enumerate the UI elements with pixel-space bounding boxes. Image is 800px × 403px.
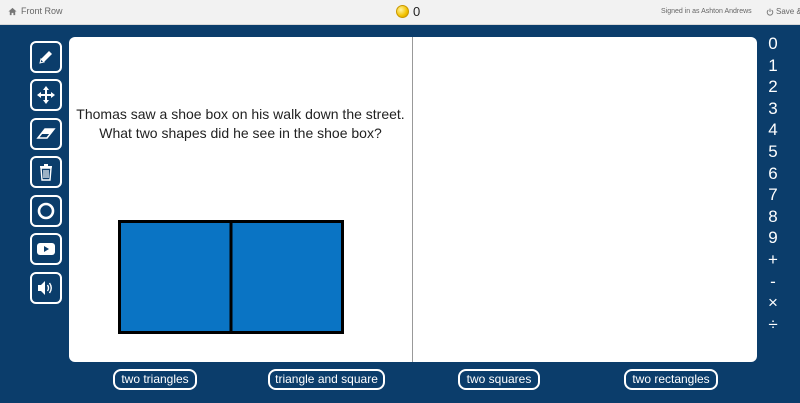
numpad-key-0[interactable]: 0 bbox=[761, 33, 785, 55]
numpad-key-divide[interactable]: ÷ bbox=[761, 314, 785, 336]
numpad-key-6[interactable]: 6 bbox=[761, 163, 785, 185]
numpad-key-times[interactable]: × bbox=[761, 292, 785, 314]
question-text: Thomas saw a shoe box on his walk down t… bbox=[69, 105, 412, 143]
board-divider bbox=[412, 37, 413, 362]
video-tool[interactable] bbox=[30, 233, 62, 265]
eraser-tool[interactable] bbox=[30, 118, 62, 150]
coin-counter: 0 bbox=[396, 4, 420, 19]
numpad-key-4[interactable]: 4 bbox=[761, 119, 785, 141]
numpad-key-8[interactable]: 8 bbox=[761, 206, 785, 228]
speaker-icon bbox=[38, 281, 52, 295]
pencil-icon bbox=[39, 51, 52, 64]
answer-triangle-and-square[interactable]: triangle and square bbox=[268, 369, 385, 390]
answer-choices: two triangles triangle and square two sq… bbox=[0, 369, 800, 391]
numpad-key-1[interactable]: 1 bbox=[761, 55, 785, 77]
numpad-key-5[interactable]: 5 bbox=[761, 141, 785, 163]
answer-two-triangles[interactable]: two triangles bbox=[113, 369, 197, 390]
power-icon bbox=[766, 8, 774, 16]
coin-icon bbox=[396, 5, 409, 18]
question-line-1: Thomas saw a shoe box on his walk down t… bbox=[76, 106, 405, 122]
numpad-key-9[interactable]: 9 bbox=[761, 227, 785, 249]
home-label: Front Row bbox=[21, 6, 63, 16]
top-bar: Front Row 0 Signed in as Ashton Andrews … bbox=[0, 0, 800, 25]
trash-icon bbox=[40, 164, 52, 181]
signed-in-status: Signed in as Ashton Andrews bbox=[661, 8, 752, 15]
play-icon bbox=[37, 243, 55, 255]
answer-two-rectangles[interactable]: two rectangles bbox=[624, 369, 718, 390]
audio-tool[interactable] bbox=[30, 272, 62, 304]
pencil-tool[interactable] bbox=[30, 41, 62, 73]
whiteboard[interactable]: Thomas saw a shoe box on his walk down t… bbox=[69, 37, 757, 362]
shoe-box-figure bbox=[118, 220, 344, 334]
question-line-2: What two shapes did he see in the shoe b… bbox=[99, 125, 382, 141]
numpad-key-plus[interactable]: + bbox=[761, 249, 785, 271]
save-label: Save & C bbox=[776, 7, 800, 16]
front-row-home-link[interactable]: Front Row bbox=[8, 6, 63, 16]
coin-count: 0 bbox=[413, 4, 421, 19]
number-pad: 0 1 2 3 4 5 6 7 8 9 + - × ÷ bbox=[761, 33, 785, 335]
answer-two-squares[interactable]: two squares bbox=[458, 369, 540, 390]
save-and-close-button[interactable]: Save & C bbox=[766, 7, 800, 16]
numpad-key-7[interactable]: 7 bbox=[761, 184, 785, 206]
move-arrows-icon bbox=[37, 86, 55, 104]
circle-icon bbox=[37, 202, 55, 220]
trash-tool[interactable] bbox=[30, 156, 62, 188]
move-tool[interactable] bbox=[30, 79, 62, 111]
left-rectangle bbox=[118, 220, 233, 334]
circle-tool[interactable] bbox=[30, 195, 62, 227]
eraser-icon bbox=[36, 128, 56, 139]
numpad-key-2[interactable]: 2 bbox=[761, 76, 785, 98]
home-icon bbox=[8, 7, 17, 15]
right-rectangle bbox=[229, 220, 344, 334]
numpad-key-minus[interactable]: - bbox=[761, 271, 785, 293]
numpad-key-3[interactable]: 3 bbox=[761, 98, 785, 120]
